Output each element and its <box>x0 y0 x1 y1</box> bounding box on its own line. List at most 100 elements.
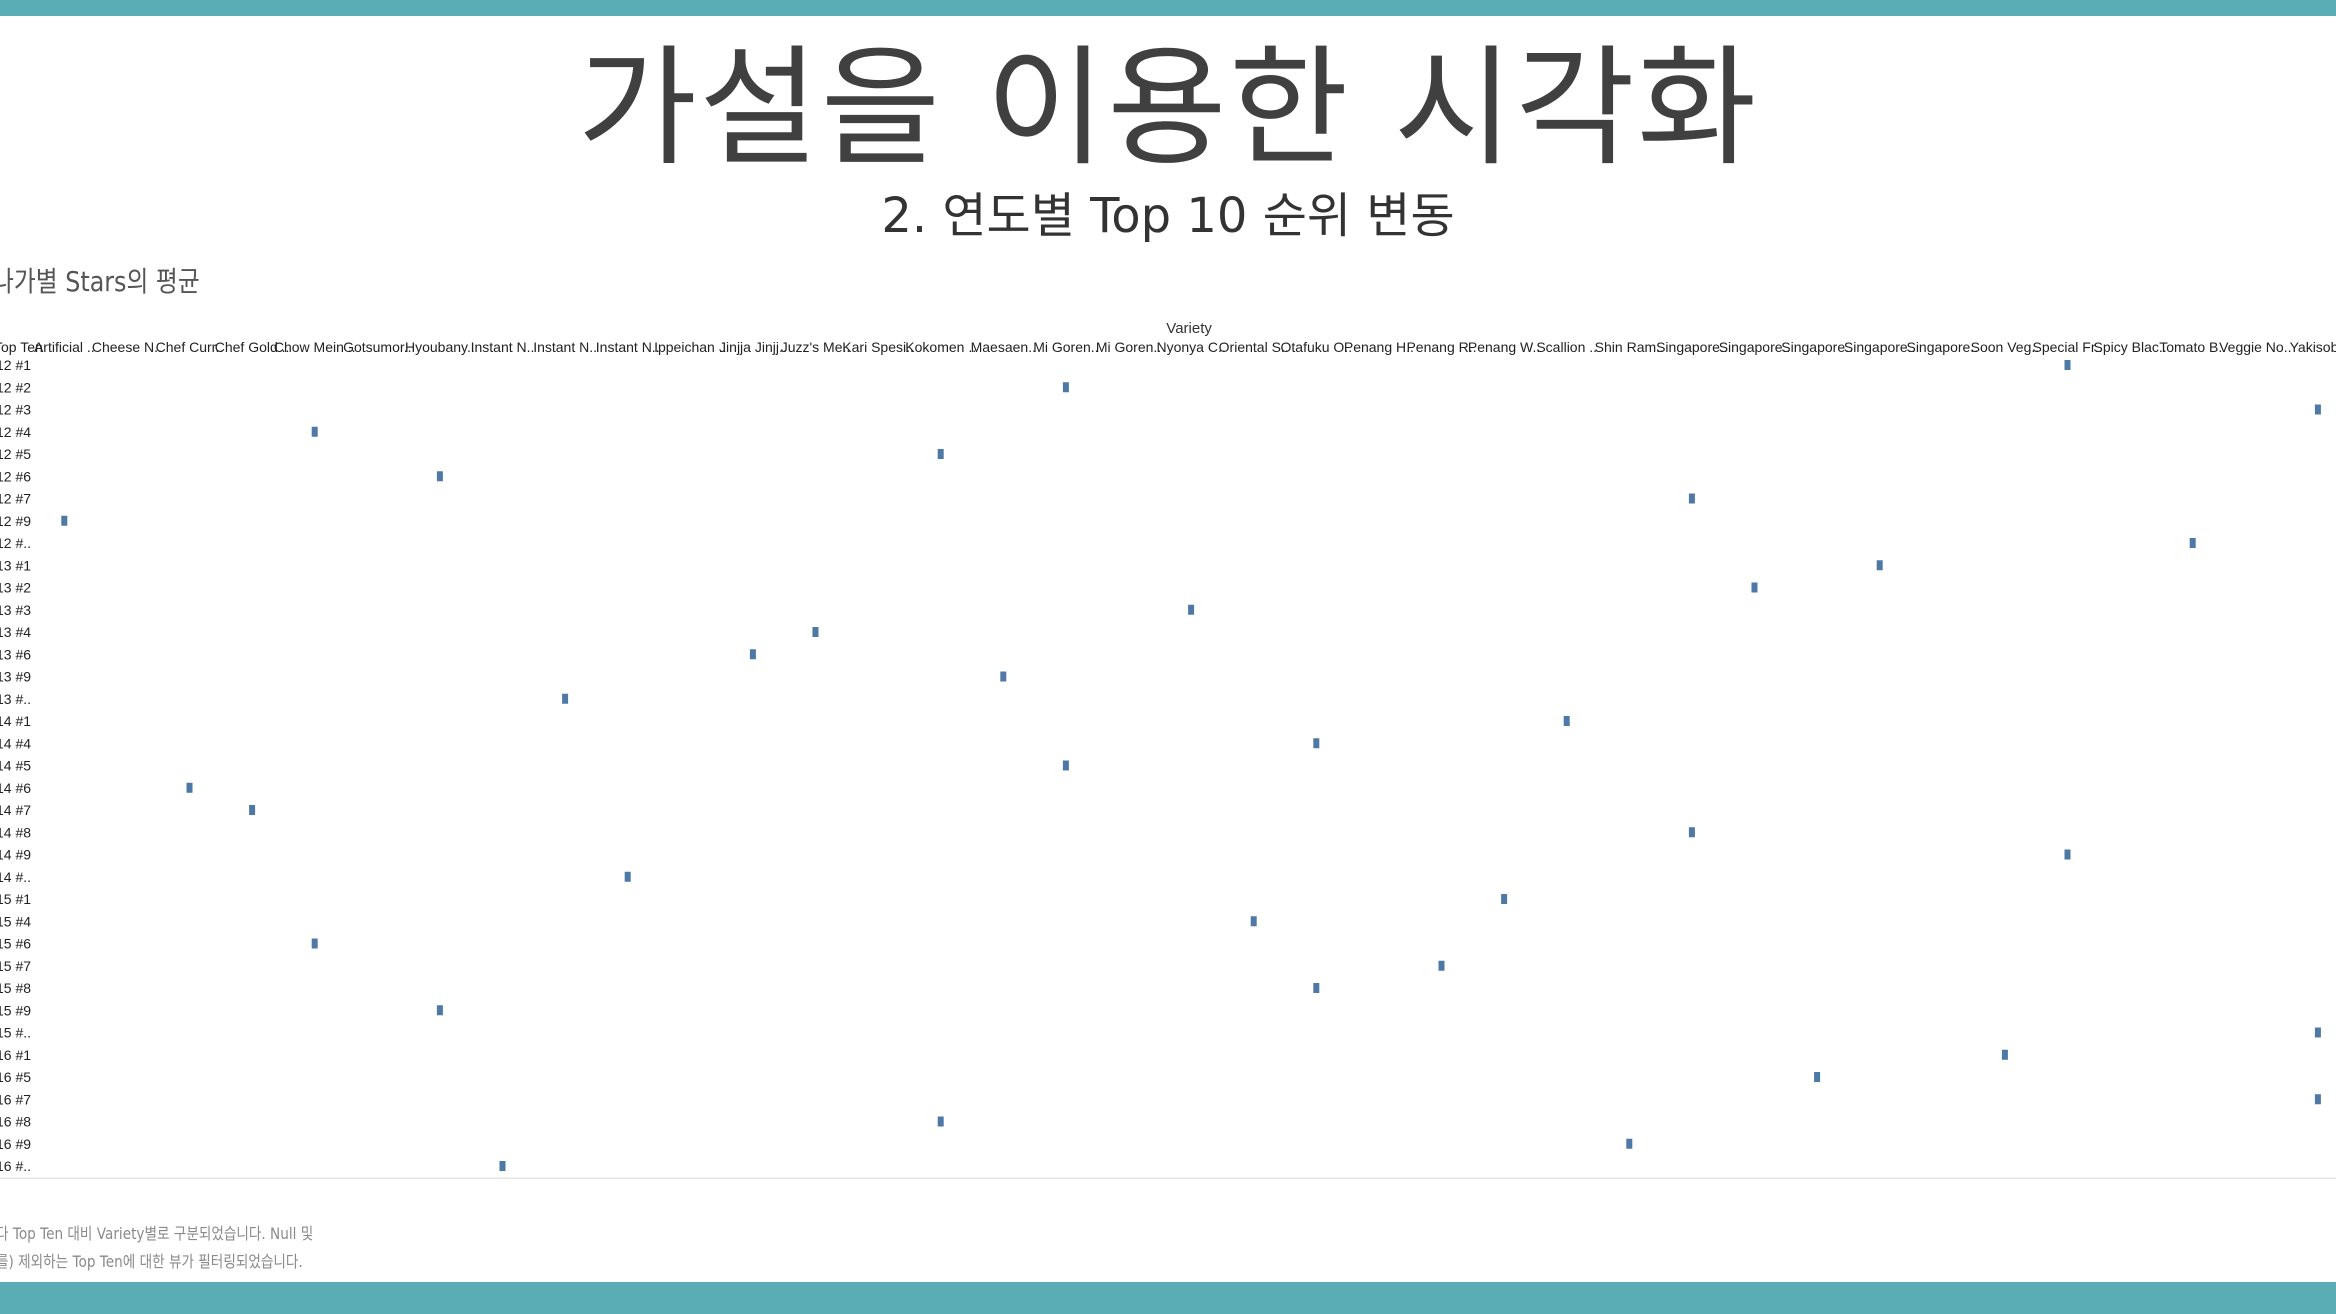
data-point <box>311 938 318 949</box>
row-label: 16 #9 <box>0 1136 31 1152</box>
column-label: Ippeichan .. <box>654 339 726 355</box>
column-label: Artificial .. <box>34 339 95 355</box>
footnote-line-1: 다 Top Ten 대비 Variety별로 구분되었습니다. Null 및 <box>0 1224 314 1243</box>
column-label: Jinjja Jinjj.. <box>719 339 787 355</box>
row-label: 15 #8 <box>0 980 31 996</box>
row-label: 12 #5 <box>0 446 31 462</box>
row-label: 14 #9 <box>0 847 31 863</box>
column-label: Singapore.. <box>1656 339 1728 355</box>
data-point <box>937 449 944 459</box>
column-label: Maesaen.. <box>971 339 1036 355</box>
data-point <box>1188 604 1195 615</box>
column-label: Nyonya C.. <box>1156 339 1225 355</box>
column-label: Kokomen .. <box>905 339 976 355</box>
data-point <box>499 1161 506 1171</box>
data-point <box>436 1005 443 1016</box>
data-point <box>2001 1049 2008 1060</box>
row-label: 16 #7 <box>0 1091 31 1107</box>
column-label: Scallion .. <box>1536 339 1597 355</box>
column-label: Shin Ram.. <box>1595 339 1664 355</box>
row-label: 15 #.. <box>0 1025 31 1041</box>
row-label: 15 #4 <box>0 913 31 929</box>
data-point <box>1688 493 1695 504</box>
data-point <box>812 627 819 637</box>
data-point <box>1438 960 1445 971</box>
column-label: Kari Spesi.. <box>842 339 914 355</box>
column-label: Gotsumor.. <box>343 339 411 355</box>
slide-title: 가설을 이용한 시각화 <box>577 32 1759 184</box>
row-label: 14 #4 <box>0 735 31 751</box>
column-label: Chef Curr.. <box>156 339 224 355</box>
sheet-title: 나가별 Stars의 평균 <box>0 265 200 298</box>
data-point <box>2314 1094 2321 1105</box>
row-label: 12 #1 <box>0 357 31 373</box>
row-label: 12 #7 <box>0 491 31 507</box>
bottom-accent-bar <box>0 1282 2336 1314</box>
row-label: 12 #2 <box>0 379 31 395</box>
slide-subtitle: 2. 연도별 Top 10 순위 변동 <box>881 188 1455 244</box>
row-label: 14 #7 <box>0 802 31 818</box>
column-label: Otafuku O.. <box>1281 339 1353 355</box>
data-point <box>749 649 756 660</box>
row-label: 13 #.. <box>0 691 31 707</box>
column-axis-title: Variety <box>1166 320 1212 337</box>
data-point <box>186 782 193 793</box>
column-label: Singapore.. <box>1844 339 1916 355</box>
row-label: 12 #6 <box>0 468 31 484</box>
row-label: 13 #2 <box>0 580 31 596</box>
data-point <box>2064 360 2071 370</box>
data-point <box>1876 560 1883 571</box>
data-point <box>937 1116 944 1127</box>
row-label: 15 #6 <box>0 936 31 952</box>
data-point <box>1062 382 1069 393</box>
column-label: Oriental S.. <box>1219 339 1289 355</box>
row-label: 14 #6 <box>0 780 31 796</box>
row-label: 14 #.. <box>0 869 31 885</box>
data-point <box>1751 582 1758 593</box>
column-label: Soon Veg.. <box>1971 339 2040 355</box>
row-label: 13 #1 <box>0 557 31 573</box>
row-label: 15 #7 <box>0 958 31 974</box>
column-label: Instant N.. <box>471 339 535 355</box>
data-point <box>2314 1027 2321 1038</box>
data-point <box>1501 894 1508 904</box>
column-label: Penang W.. <box>1468 339 1540 355</box>
row-label: 14 #5 <box>0 758 31 774</box>
data-point <box>1814 1072 1821 1082</box>
row-label: 15 #9 <box>0 1002 31 1018</box>
data-point <box>436 471 443 482</box>
column-label: Tomato B.. <box>2159 339 2226 355</box>
column-label: Singapore.. <box>1906 339 1978 355</box>
column-label: Mi Goren.. <box>1033 339 1098 355</box>
row-label: 12 #9 <box>0 513 31 529</box>
data-point <box>249 805 256 815</box>
data-point <box>1563 716 1570 726</box>
column-label: Yakisoba <box>2290 339 2336 355</box>
column-label: Spicy Blac.. <box>2094 339 2167 355</box>
data-point <box>2314 404 2321 415</box>
footnote-line-2: 를) 제외하는 Top Ten에 대한 뷰가 필터링되었습니다. <box>0 1252 303 1271</box>
data-point <box>1313 983 1320 993</box>
row-label: 13 #6 <box>0 646 31 662</box>
row-label: 13 #4 <box>0 624 31 640</box>
data-point <box>562 693 569 704</box>
column-label: Instant N.. <box>533 339 597 355</box>
data-point <box>1000 671 1007 682</box>
row-label: 14 #8 <box>0 824 31 840</box>
column-label: Penang R.. <box>1406 339 1476 355</box>
data-point <box>1313 738 1320 749</box>
column-label: Singapore.. <box>1719 339 1791 355</box>
data-point <box>1626 1138 1633 1149</box>
row-label: 12 #4 <box>0 424 31 440</box>
column-label: Special Fr.. <box>2032 339 2102 355</box>
row-label: 12 #3 <box>0 402 31 418</box>
row-label: 16 #8 <box>0 1114 31 1130</box>
data-point <box>61 515 68 526</box>
row-label: 15 #1 <box>0 891 31 907</box>
column-label: Instant N.. <box>596 339 660 355</box>
row-label: 13 #3 <box>0 602 31 618</box>
data-point <box>1250 916 1257 927</box>
row-label: 12 #.. <box>0 535 31 551</box>
data-point <box>311 426 318 437</box>
top-ten-chart: VarietyTop TenArtificial ..Cheese N..Che… <box>0 320 2336 1179</box>
